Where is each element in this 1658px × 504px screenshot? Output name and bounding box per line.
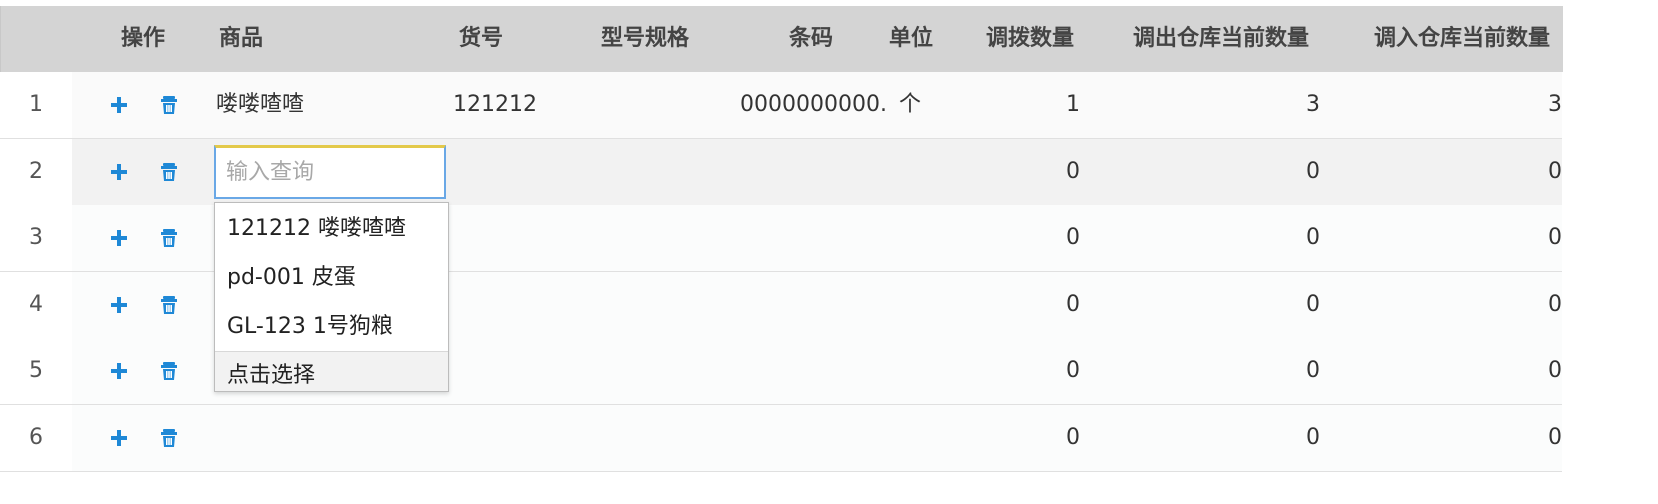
header-barcode: 条码 bbox=[789, 26, 834, 51]
transfer-qty-cell: 0 bbox=[1066, 158, 1080, 184]
barcode-cell bbox=[740, 205, 886, 271]
dropdown-option[interactable]: GL-123 1号狗粮 bbox=[215, 303, 448, 351]
in-warehouse-qty-cell: 0 bbox=[1548, 291, 1562, 317]
header-model-spec: 型号规格 bbox=[601, 26, 690, 51]
model-spec-cell bbox=[600, 272, 730, 338]
unit-cell bbox=[899, 139, 959, 205]
plus-icon[interactable] bbox=[108, 94, 130, 116]
unit-cell bbox=[899, 205, 959, 271]
trash-icon[interactable] bbox=[158, 360, 180, 382]
plus-icon[interactable] bbox=[108, 161, 130, 183]
in-warehouse-qty-cell: 0 bbox=[1548, 225, 1562, 250]
header-in-warehouse-qty: 调入仓库当前数量 bbox=[1374, 26, 1551, 51]
trash-icon[interactable] bbox=[158, 427, 180, 449]
barcode-cell bbox=[740, 338, 886, 404]
barcode-cell bbox=[740, 405, 886, 471]
transfer-qty-cell: 0 bbox=[1066, 225, 1080, 250]
transfer-qty-cell: 0 bbox=[1066, 358, 1080, 383]
row-number: 6 bbox=[0, 404, 72, 471]
item-no-cell bbox=[453, 205, 593, 271]
trash-icon[interactable] bbox=[158, 227, 180, 249]
item-no-cell bbox=[453, 272, 593, 338]
dropdown-click-to-select[interactable]: 点击选择 bbox=[215, 351, 448, 391]
transfer-qty-cell: 1 bbox=[1066, 92, 1080, 117]
barcode-cell: 0000000000... bbox=[740, 92, 886, 117]
plus-icon[interactable] bbox=[108, 427, 130, 449]
item-no-cell bbox=[453, 338, 593, 404]
out-warehouse-qty-cell: 0 bbox=[1306, 358, 1320, 383]
dropdown-option[interactable]: 121212 喽喽喳喳 bbox=[215, 205, 448, 253]
table-header: 操作 商品 货号 型号规格 条码 单位 调拨数量 调出仓库当前数量 调入仓库当前… bbox=[0, 6, 1563, 72]
goods-cell bbox=[216, 405, 446, 471]
table-row: 2000 bbox=[0, 138, 1562, 206]
trash-icon[interactable] bbox=[158, 94, 180, 116]
model-spec-cell bbox=[600, 338, 730, 404]
in-warehouse-qty-cell: 0 bbox=[1548, 358, 1562, 383]
out-warehouse-qty-cell: 0 bbox=[1306, 291, 1320, 317]
row-number: 4 bbox=[0, 271, 72, 338]
plus-icon[interactable] bbox=[108, 227, 130, 249]
header-transfer-qty: 调拨数量 bbox=[986, 26, 1075, 51]
trash-icon[interactable] bbox=[158, 294, 180, 316]
plus-icon[interactable] bbox=[108, 360, 130, 382]
header-goods: 商品 bbox=[219, 26, 264, 51]
item-no-cell bbox=[453, 405, 593, 471]
model-spec-cell bbox=[600, 205, 730, 271]
header-item-no: 货号 bbox=[459, 26, 504, 51]
header-out-warehouse-qty: 调出仓库当前数量 bbox=[1133, 26, 1310, 51]
goods-suggestion-dropdown: 121212 喽喽喳喳 pd-001 皮蛋 GL-123 1号狗粮 点击选择 bbox=[214, 202, 449, 392]
row-number: 5 bbox=[0, 338, 72, 404]
transfer-qty-cell: 0 bbox=[1066, 424, 1080, 450]
item-no-cell bbox=[453, 139, 593, 205]
dropdown-option[interactable]: pd-001 皮蛋 bbox=[215, 254, 448, 302]
item-no-cell: 121212 bbox=[453, 92, 537, 117]
goods-search-input[interactable] bbox=[214, 144, 446, 199]
in-warehouse-qty-cell: 3 bbox=[1548, 92, 1562, 117]
header-action: 操作 bbox=[121, 26, 166, 51]
transfer-qty-cell: 0 bbox=[1066, 291, 1080, 317]
in-warehouse-qty-cell: 0 bbox=[1548, 424, 1562, 450]
unit-cell bbox=[899, 405, 959, 471]
table-row: 1 喽喽喳喳 121212 0000000000... 个 1 3 3 bbox=[0, 72, 1562, 139]
header-unit: 单位 bbox=[889, 26, 934, 51]
model-spec-cell bbox=[600, 139, 730, 205]
in-warehouse-qty-cell: 0 bbox=[1548, 158, 1562, 184]
unit-cell: 个 bbox=[899, 92, 922, 117]
barcode-cell bbox=[740, 272, 886, 338]
out-warehouse-qty-cell: 0 bbox=[1306, 225, 1320, 250]
trash-icon[interactable] bbox=[158, 161, 180, 183]
barcode-cell bbox=[740, 139, 886, 205]
row-number: 1 bbox=[0, 72, 72, 138]
unit-cell bbox=[899, 272, 959, 338]
out-warehouse-qty-cell: 3 bbox=[1306, 92, 1320, 117]
goods-cell: 喽喽喳喳 bbox=[216, 92, 305, 117]
row-number: 3 bbox=[0, 205, 72, 271]
out-warehouse-qty-cell: 0 bbox=[1306, 158, 1320, 184]
model-spec-cell bbox=[600, 405, 730, 471]
model-spec-cell bbox=[600, 72, 730, 138]
plus-icon[interactable] bbox=[108, 294, 130, 316]
row-number: 2 bbox=[0, 138, 72, 205]
table-row: 6 0 0 0 bbox=[0, 404, 1562, 472]
out-warehouse-qty-cell: 0 bbox=[1306, 424, 1320, 450]
unit-cell bbox=[899, 338, 959, 404]
